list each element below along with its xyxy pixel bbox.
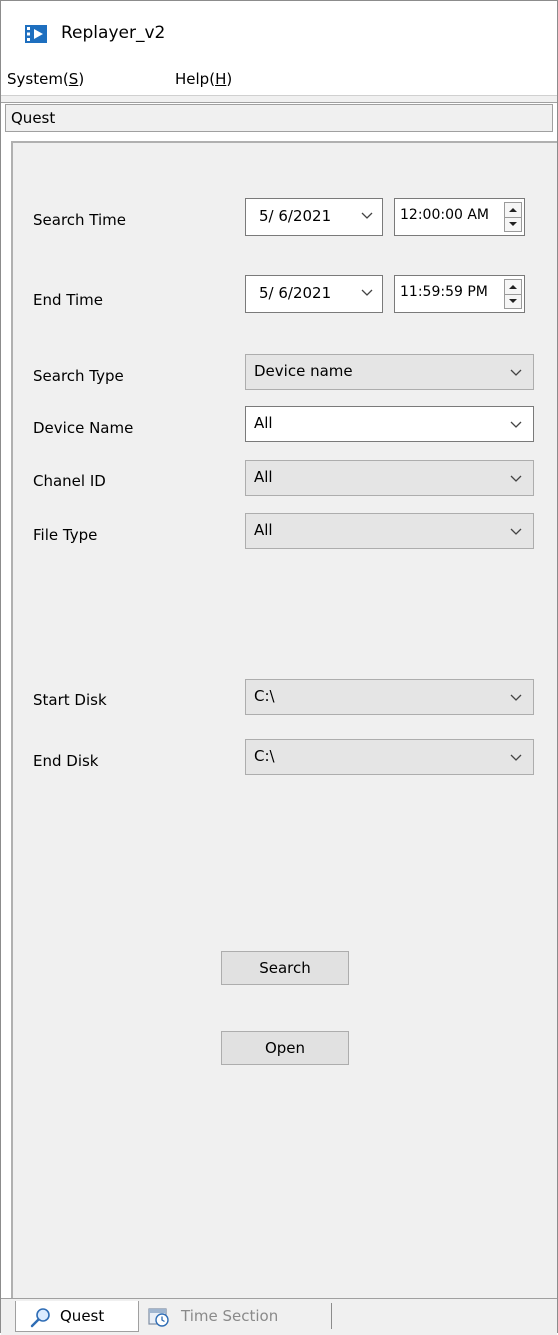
tab-divider — [331, 1303, 332, 1329]
device-name-select[interactable]: All — [245, 406, 534, 442]
file-type-select[interactable]: All — [245, 513, 534, 549]
window-title: Replayer_v2 — [61, 23, 166, 43]
chevron-down-icon — [510, 694, 522, 701]
chevron-down-icon — [361, 289, 373, 296]
search-date-picker[interactable]: 5/ 6/2021 — [245, 198, 383, 236]
tab-quest-label: Quest — [60, 1307, 105, 1325]
search-type-select[interactable]: Device name — [245, 354, 534, 390]
open-button[interactable]: Open — [221, 1031, 349, 1065]
start-disk-label: Start Disk — [33, 691, 107, 709]
app-icon — [25, 25, 47, 43]
search-button[interactable]: Search — [221, 951, 349, 985]
tab-time-section-label: Time Section — [181, 1307, 279, 1325]
spin-down-icon[interactable] — [505, 217, 521, 231]
file-type-label: File Type — [33, 526, 98, 544]
chevron-down-icon — [510, 754, 522, 761]
menu-system[interactable]: System(S) — [7, 70, 84, 88]
title-bar: Replayer_v2 — [1, 1, 557, 65]
search-type-label: Search Type — [33, 367, 124, 385]
end-time-label: End Time — [33, 291, 103, 309]
search-time-spinner[interactable] — [504, 202, 522, 232]
chevron-down-icon — [361, 212, 373, 219]
end-date-picker[interactable]: 5/ 6/2021 — [245, 275, 383, 313]
chanel-id-label: Chanel ID — [33, 472, 106, 490]
end-disk-select[interactable]: C:\ — [245, 739, 534, 775]
toolbar-separator — [1, 96, 557, 103]
device-name-label: Device Name — [33, 419, 134, 437]
clock-icon — [148, 1308, 169, 1327]
chanel-id-select[interactable]: All — [245, 460, 534, 496]
section-header: Quest — [5, 104, 553, 132]
magnifier-icon — [30, 1308, 50, 1328]
menu-bar: System(S) Help(H) — [1, 65, 557, 96]
tab-quest[interactable]: Quest — [15, 1301, 139, 1332]
quest-panel: Search Time 5/ 6/2021 12:00:00 AM End Ti… — [11, 141, 557, 1298]
chevron-down-icon — [510, 475, 522, 482]
end-disk-label: End Disk — [33, 752, 99, 770]
app-window: Replayer_v2 System(S) Help(H) Quest Sear… — [0, 0, 558, 1335]
chevron-down-icon — [510, 369, 522, 376]
spin-up-icon[interactable] — [505, 203, 521, 218]
tab-time-section[interactable]: Time Section — [141, 1301, 331, 1332]
chevron-down-icon — [510, 421, 522, 428]
chevron-down-icon — [510, 528, 522, 535]
spin-down-icon[interactable] — [505, 294, 521, 308]
bottom-tab-bar: Quest Time Section — [1, 1298, 557, 1335]
end-time-input[interactable]: 11:59:59 PM — [394, 275, 525, 313]
search-time-label: Search Time — [33, 211, 127, 229]
search-time-input[interactable]: 12:00:00 AM — [394, 198, 525, 236]
menu-help[interactable]: Help(H) — [175, 70, 232, 88]
start-disk-select[interactable]: C:\ — [245, 679, 534, 715]
end-time-spinner[interactable] — [504, 279, 522, 309]
spin-up-icon[interactable] — [505, 280, 521, 295]
section-title: Quest — [11, 109, 56, 127]
